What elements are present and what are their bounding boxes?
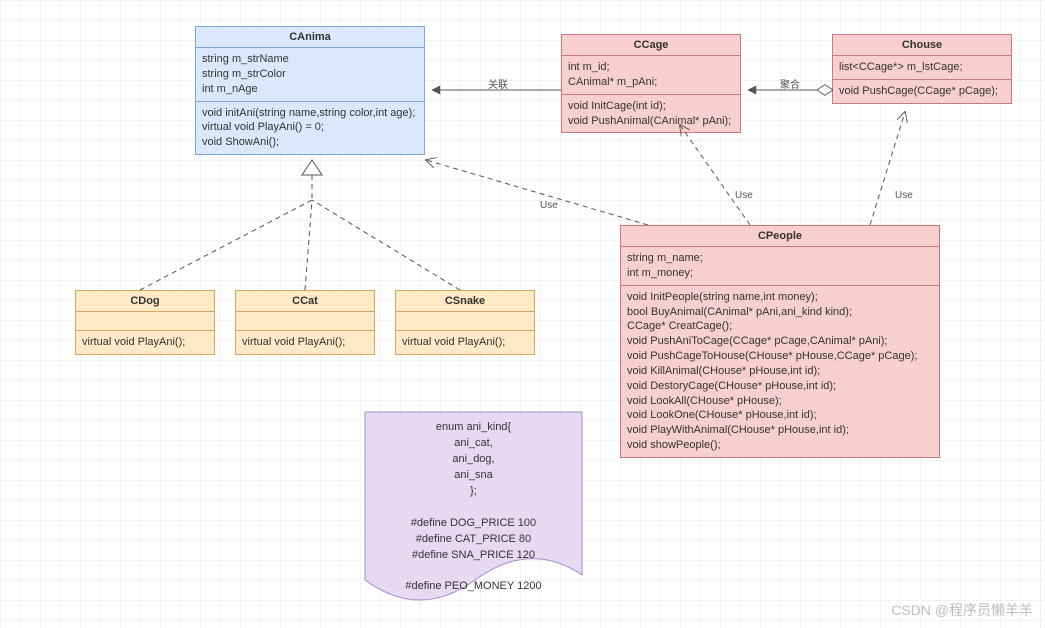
op: virtual void PlayAni() = 0; xyxy=(202,120,418,135)
label-use: Use xyxy=(735,190,753,201)
ops: virtual void PlayAni(); xyxy=(396,331,534,354)
attr: string m_strName xyxy=(202,52,418,67)
op: virtual void PlayAni(); xyxy=(402,335,528,350)
attr: list<CCage*> m_lstCage; xyxy=(839,60,1005,75)
attr: CAnimal* m_pAni; xyxy=(568,75,734,90)
note-content: enum ani_kind{ ani_cat, ani_dog, ani_sna… xyxy=(365,420,582,595)
note-line xyxy=(365,563,582,579)
ops: void PushCage(CCage* pCage); xyxy=(833,80,1011,103)
op: void ShowAni(); xyxy=(202,135,418,150)
ops: virtual void PlayAni(); xyxy=(76,331,214,354)
class-title: CCat xyxy=(236,291,374,312)
op: void PushAnimal(CAnimal* pAni); xyxy=(568,114,734,129)
attr: string m_name; xyxy=(627,251,933,266)
label-use: Use xyxy=(540,200,558,211)
op: void initAni(string name,string color,in… xyxy=(202,106,418,121)
note-line xyxy=(365,500,582,516)
label-use: Use xyxy=(895,190,913,201)
note-line: #define DOG_PRICE 100 xyxy=(365,516,582,532)
class-cdog: CDog virtual void PlayAni(); xyxy=(75,290,215,355)
label-assoc: 关联 xyxy=(488,76,508,91)
class-title: CAnima xyxy=(196,27,424,48)
note-line: #define PEO_MONEY 1200 xyxy=(365,579,582,595)
class-title: CDog xyxy=(76,291,214,312)
ops: virtual void PlayAni(); xyxy=(236,331,374,354)
attr: int m_nAge xyxy=(202,82,418,97)
attrs: list<CCage*> m_lstCage; xyxy=(833,56,1011,80)
note-line: ani_sna xyxy=(365,468,582,484)
note-line: #define CAT_PRICE 80 xyxy=(365,532,582,548)
class-ccage: CCage int m_id; CAnimal* m_pAni; void In… xyxy=(561,34,741,133)
op: void LookOne(CHouse* pHouse,int id); xyxy=(627,408,933,423)
class-canima: CAnima string m_strName string m_strColo… xyxy=(195,26,425,155)
ops: void InitCage(int id); void PushAnimal(C… xyxy=(562,95,740,133)
op: void showPeople(); xyxy=(627,438,933,453)
op: void KillAnimal(CHouse* pHouse,int id); xyxy=(627,364,933,379)
op: void LookAll(CHouse* pHouse); xyxy=(627,394,933,409)
attr: int m_money; xyxy=(627,266,933,281)
class-title: CCage xyxy=(562,35,740,56)
op: void InitCage(int id); xyxy=(568,99,734,114)
note-line: }; xyxy=(365,484,582,500)
note-line: #define SNA_PRICE 120 xyxy=(365,548,582,564)
note-line: ani_cat, xyxy=(365,436,582,452)
op: void InitPeople(string name,int money); xyxy=(627,290,933,305)
op: virtual void PlayAni(); xyxy=(242,335,368,350)
attrs: string m_name; int m_money; xyxy=(621,247,939,286)
attr: string m_strColor xyxy=(202,67,418,82)
op: void PlayWithAnimal(CHouse* pHouse,int i… xyxy=(627,423,933,438)
op: void PushCage(CCage* pCage); xyxy=(839,84,1005,99)
op: void PushCageToHouse(CHouse* pHouse,CCag… xyxy=(627,349,933,364)
attr: int m_id; xyxy=(568,60,734,75)
attrs: string m_strName string m_strColor int m… xyxy=(196,48,424,102)
class-ccat: CCat virtual void PlayAni(); xyxy=(235,290,375,355)
class-title: CPeople xyxy=(621,226,939,247)
attrs xyxy=(76,312,214,331)
op: void PushAniToCage(CCage* pCage,CAnimal*… xyxy=(627,334,933,349)
op: virtual void PlayAni(); xyxy=(82,335,208,350)
class-title: Chouse xyxy=(833,35,1011,56)
attrs xyxy=(396,312,534,331)
class-title: CSnake xyxy=(396,291,534,312)
attrs: int m_id; CAnimal* m_pAni; xyxy=(562,56,740,95)
class-csnake: CSnake virtual void PlayAni(); xyxy=(395,290,535,355)
op: bool BuyAnimal(CAnimal* pAni,ani_kind ki… xyxy=(627,305,933,320)
note-line: enum ani_kind{ xyxy=(365,420,582,436)
ops: void initAni(string name,string color,in… xyxy=(196,102,424,155)
attrs xyxy=(236,312,374,331)
op: CCage* CreatCage(); xyxy=(627,319,933,334)
ops: void InitPeople(string name,int money); … xyxy=(621,286,939,457)
class-cpeople: CPeople string m_name; int m_money; void… xyxy=(620,225,940,458)
op: void DestoryCage(CHouse* pHouse,int id); xyxy=(627,379,933,394)
class-chouse: Chouse list<CCage*> m_lstCage; void Push… xyxy=(832,34,1012,104)
note-line: ani_dog, xyxy=(365,452,582,468)
label-aggr: 聚合 xyxy=(780,76,800,91)
